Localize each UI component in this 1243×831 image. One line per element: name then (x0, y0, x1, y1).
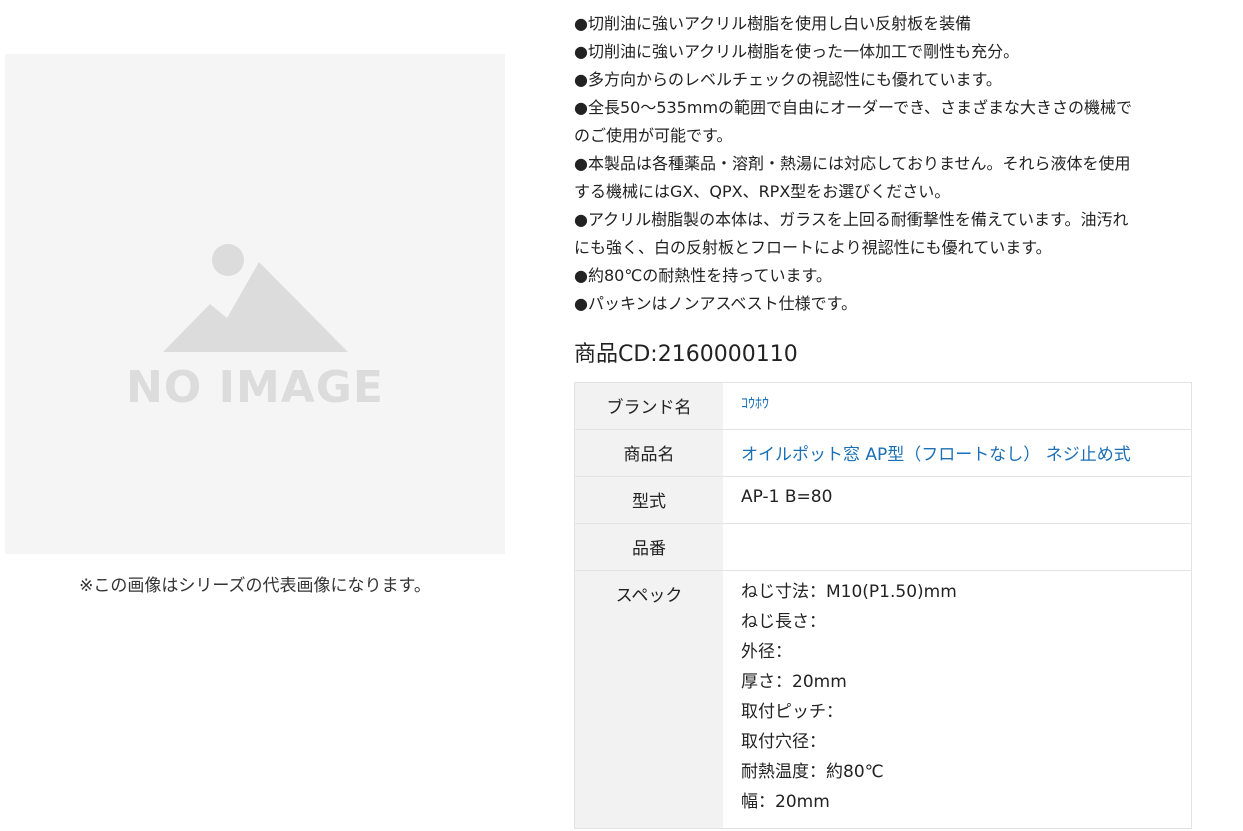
product-image-placeholder: NO IMAGE (5, 54, 505, 554)
table-row: 品番 (574, 523, 1192, 571)
product-name-cell: オイルポット窓 AP型（フロートなし） ネジ止め式 (723, 429, 1192, 477)
feature-line: する機械にはGX、QPX、RPX型をお選びください。 (574, 182, 951, 201)
feature-line: ●アクリル樹脂製の本体は、ガラスを上回る耐衝撃性を備えています。油汚れ (574, 210, 1129, 229)
brand-link[interactable]: ｺｳﾎｳ (741, 396, 769, 412)
table-row: スペック ねじ寸法：M10(P1.50)mm ねじ長さ： 外径： 厚さ：20mm… (574, 570, 1192, 829)
feature-line: ●多方向からのレベルチェックの視認性にも優れています。 (574, 70, 1002, 89)
feature-line: にも強く、白の反射板とフロートにより視認性にも優れています。 (574, 238, 1052, 257)
spec-line: 取付穴径： (741, 732, 826, 752)
model-label: 型式 (574, 476, 723, 524)
feature-line: ●パッキンはノンアスベスト仕様です。 (574, 294, 858, 313)
feature-list: ●切削油に強いアクリル樹脂を使用し白い反射板を装備 ●切削油に強いアクリル樹脂を… (574, 10, 1192, 318)
table-row: ブランド名 ｺｳﾎｳ (574, 382, 1192, 430)
spec-value: ねじ寸法：M10(P1.50)mm ねじ長さ： 外径： 厚さ：20mm 取付ピッ… (723, 570, 1192, 829)
image-caption: ※この画像はシリーズの代表画像になります。 (79, 576, 431, 596)
spec-line: ねじ長さ： (741, 612, 826, 632)
image-placeholder-icon (163, 244, 348, 352)
feature-line: のご使用が可能です。 (574, 126, 733, 145)
product-image-column: NO IMAGE ※この画像はシリーズの代表画像になります。 (5, 54, 505, 596)
product-detail-column: ●切削油に強いアクリル樹脂を使用し白い反射板を装備 ●切削油に強いアクリル樹脂を… (574, 10, 1192, 829)
brand-label: ブランド名 (574, 382, 723, 430)
spec-line: 幅：20mm (741, 792, 830, 812)
feature-line: ●切削油に強いアクリル樹脂を使った一体加工で剛性も充分。 (574, 42, 1020, 61)
no-image-label: NO IMAGE (126, 362, 384, 413)
model-value: AP-1 B=80 (723, 476, 1192, 524)
spec-line: 耐熱温度：約80℃ (741, 762, 884, 782)
feature-line: ●切削油に強いアクリル樹脂を使用し白い反射板を装備 (574, 14, 972, 33)
table-row: 商品名 オイルポット窓 AP型（フロートなし） ネジ止め式 (574, 429, 1192, 477)
spec-table: ブランド名 ｺｳﾎｳ 商品名 オイルポット窓 AP型（フロートなし） ネジ止め式… (574, 382, 1192, 829)
feature-line: ●本製品は各種薬品・溶剤・熱湯には対応しておりません。それら液体を使用 (574, 154, 1131, 173)
brand-cell: ｺｳﾎｳ (723, 382, 1192, 430)
spec-list: ねじ寸法：M10(P1.50)mm ねじ長さ： 外径： 厚さ：20mm 取付ピッ… (741, 577, 1173, 817)
part-number-value (723, 523, 1192, 571)
spec-line: ねじ寸法：M10(P1.50)mm (741, 582, 957, 602)
product-code: 商品CD:2160000110 (574, 342, 798, 367)
spec-line: 取付ピッチ： (741, 702, 843, 722)
feature-line: ●全長50～535mmの範囲で自由にオーダーでき、さまざまな大きさの機械で (574, 98, 1132, 117)
spec-label: スペック (574, 570, 723, 829)
spec-line: 厚さ：20mm (741, 672, 847, 692)
table-row: 型式 AP-1 B=80 (574, 476, 1192, 524)
product-name-label: 商品名 (574, 429, 723, 477)
spec-line: 外径： (741, 642, 792, 662)
feature-line: ●約80℃の耐熱性を持っています。 (574, 266, 832, 285)
part-number-label: 品番 (574, 523, 723, 571)
product-name-link[interactable]: オイルポット窓 AP型（フロートなし） ネジ止め式 (741, 445, 1131, 465)
